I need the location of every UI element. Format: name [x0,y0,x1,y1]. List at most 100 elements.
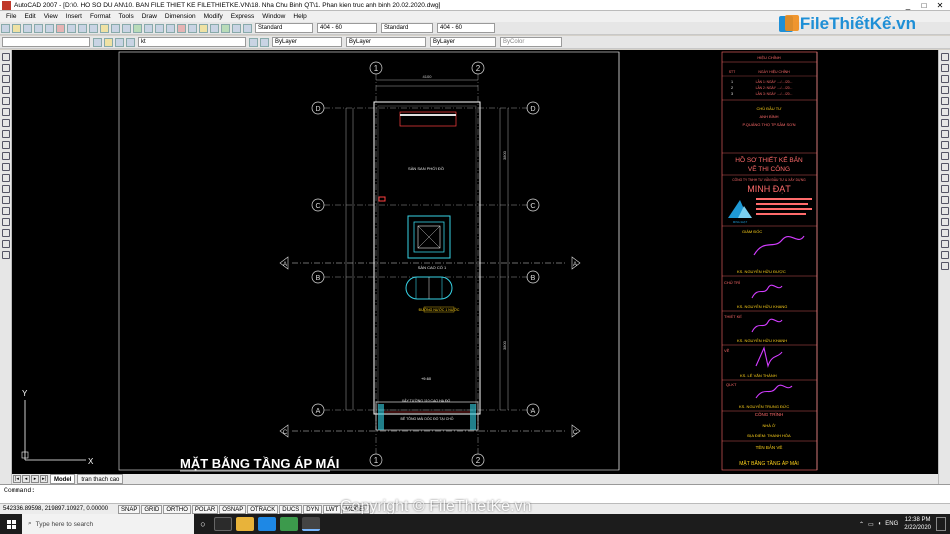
menu-express[interactable]: Express [227,13,258,20]
menu-window[interactable]: Window [258,13,289,20]
print-icon[interactable] [34,23,43,33]
dim-radius-icon[interactable] [941,262,949,270]
new-icon[interactable] [1,23,10,33]
scale-icon[interactable] [941,130,949,138]
browser-icon[interactable] [258,517,276,531]
quickcalc-icon[interactable] [232,23,241,33]
task-view-button-icon[interactable] [214,517,232,531]
layer-lock-icon[interactable] [126,37,135,47]
construction-line-icon[interactable] [2,64,10,72]
osnap-toggle[interactable]: OSNAP [219,504,247,514]
text-style-select[interactable]: Standard [255,23,313,33]
table-style-select[interactable]: Standard [381,23,433,33]
menu-tools[interactable]: Tools [115,13,138,20]
pan-icon[interactable] [133,23,142,33]
lwt-toggle[interactable]: LWT [322,504,342,514]
revision-cloud-icon[interactable] [2,130,10,138]
tool-palettes-icon[interactable] [199,23,208,33]
lineweight-select[interactable]: ByLayer [430,37,496,47]
ellipse-icon[interactable] [2,152,10,160]
layer-manager-icon[interactable] [93,37,102,47]
table-icon[interactable] [2,240,10,248]
input-language[interactable]: ENG [885,521,898,527]
rotate-icon[interactable] [941,119,949,127]
explode-icon[interactable] [941,229,949,237]
publish-icon[interactable] [56,23,65,33]
tab-first-button[interactable]: |◂ [13,475,21,483]
polygon-icon[interactable] [2,86,10,94]
copy-icon[interactable] [78,23,87,33]
offset-icon[interactable] [941,86,949,94]
layer-freeze-icon[interactable] [115,37,124,47]
dim-linear-icon[interactable] [941,240,949,248]
grid-toggle[interactable]: GRID [141,504,163,514]
layer-previous-icon[interactable] [260,37,269,47]
task-view-icon[interactable]: ○ [194,519,212,529]
taskbar-search[interactable]: ⌕ Type here to search [22,514,194,534]
linetype-select[interactable]: ByLayer [346,37,426,47]
tab-model[interactable]: Model [50,474,76,484]
match-properties-icon[interactable] [100,23,109,33]
circle-icon[interactable] [2,119,10,127]
menu-draw[interactable]: Draw [138,13,161,20]
rectangle-icon[interactable] [2,97,10,105]
close-button[interactable]: ✕ [932,0,948,11]
copy-object-icon[interactable] [941,64,949,72]
menu-insert[interactable]: Insert [62,13,86,20]
properties-icon[interactable] [177,23,186,33]
network-icon[interactable]: ▭ [868,521,874,528]
ortho-toggle[interactable]: ORTHO [163,504,191,514]
snap-toggle[interactable]: SNAP [118,504,141,514]
make-block-icon[interactable] [2,185,10,193]
notification-icon[interactable] [936,517,946,531]
tab-tran-thach-cao[interactable]: tran thach cao [77,474,124,484]
design-center-icon[interactable] [188,23,197,33]
workspace-select[interactable] [2,37,90,47]
dim-aligned-icon[interactable] [941,251,949,259]
array-icon[interactable] [941,97,949,105]
line-icon[interactable] [2,53,10,61]
menu-modify[interactable]: Modify [200,13,227,20]
chamfer-icon[interactable] [941,207,949,215]
tab-next-button[interactable]: ▸ [31,475,39,483]
menu-format[interactable]: Format [86,13,115,20]
undo-icon[interactable] [111,23,120,33]
menu-dimension[interactable]: Dimension [161,13,200,20]
help-icon[interactable] [243,23,252,33]
markup-icon[interactable] [221,23,230,33]
multiline-text-icon[interactable] [2,251,10,259]
redo-icon[interactable] [122,23,131,33]
plot-preview-icon[interactable] [45,23,54,33]
join-icon[interactable] [941,196,949,204]
sheet-set-icon[interactable] [210,23,219,33]
paste-icon[interactable] [89,23,98,33]
point-icon[interactable] [2,196,10,204]
color-select[interactable]: ByLayer [272,37,342,47]
tab-last-button[interactable]: ▸| [40,475,48,483]
break-icon[interactable] [941,185,949,193]
tab-prev-button[interactable]: ◂ [22,475,30,483]
layer-on-icon[interactable] [104,37,113,47]
zoom-window-icon[interactable] [155,23,164,33]
mirror-icon[interactable] [941,75,949,83]
menu-help[interactable]: Help [289,13,310,20]
move-icon[interactable] [941,108,949,116]
plotstyle-select[interactable]: ByColor [500,37,562,47]
menu-view[interactable]: View [40,13,62,20]
dim-style-select[interactable]: 404 - 60 [317,23,377,33]
make-current-icon[interactable] [249,37,258,47]
tray-chevron-icon[interactable]: ⌃ [859,521,864,528]
start-button[interactable] [0,514,22,534]
taskbar-clock[interactable]: 12:38 PM 2/22/2020 [904,516,931,532]
autocad-taskbar-icon[interactable] [302,517,320,531]
ellipse-arc-icon[interactable] [2,163,10,171]
region-icon[interactable] [2,229,10,237]
fillet-icon[interactable] [941,218,949,226]
cut-icon[interactable] [67,23,76,33]
maximize-button[interactable]: □ [916,0,932,11]
zoom-realtime-icon[interactable] [144,23,153,33]
ducs-toggle[interactable]: DUCS [279,504,303,514]
arc-icon[interactable] [2,108,10,116]
menu-edit[interactable]: Edit [20,13,39,20]
insert-block-icon[interactable] [2,174,10,182]
